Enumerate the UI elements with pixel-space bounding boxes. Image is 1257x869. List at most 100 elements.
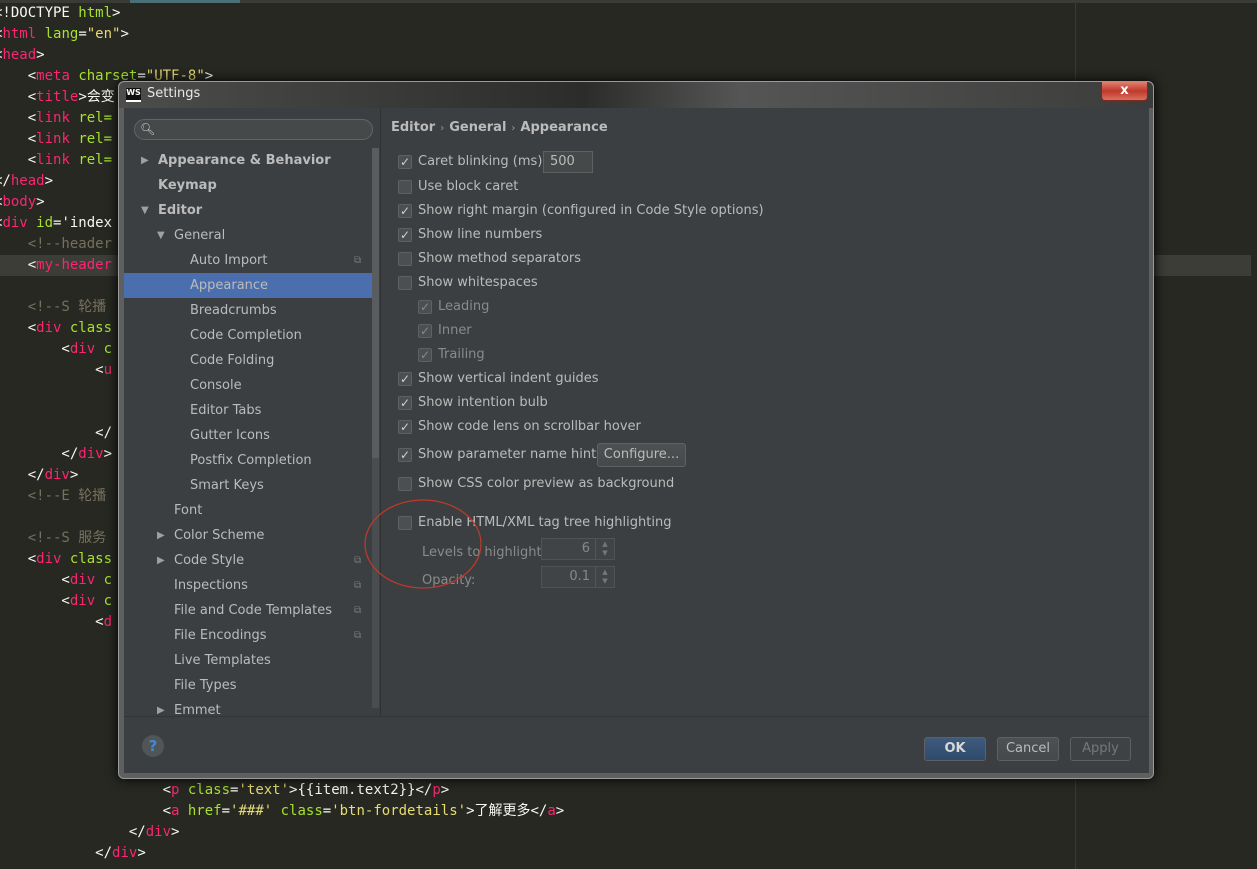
spinner-arrows-icon[interactable]: ▲ ▼ bbox=[595, 539, 614, 559]
option-label: Show whitespaces bbox=[418, 275, 538, 290]
sidebar-item-general[interactable]: ▼ General bbox=[124, 223, 372, 248]
code-token: </ bbox=[0, 845, 113, 861]
sidebar-item-label: File Types bbox=[174, 678, 237, 693]
checkbox-checked[interactable]: ✓ bbox=[398, 448, 412, 462]
option-show-intention-bulb[interactable]: ✓ Show intention bulb bbox=[398, 393, 998, 413]
option-show-line-numbers[interactable]: ✓ Show line numbers bbox=[398, 225, 998, 245]
code-token: rel= bbox=[78, 152, 113, 168]
sidebar-item-label: File Encodings bbox=[174, 628, 267, 643]
scrollbar-thumb[interactable] bbox=[372, 148, 379, 458]
breadcrumb-separator: › bbox=[440, 123, 445, 134]
sidebar-item-emmet[interactable]: ▶ Emmet bbox=[124, 698, 372, 716]
option-show-whitespaces[interactable]: Show whitespaces bbox=[398, 273, 998, 293]
checkbox-unchecked[interactable] bbox=[398, 252, 412, 266]
collapsed-arrow-icon[interactable]: ▶ bbox=[141, 148, 149, 173]
option-show-method-separators[interactable]: Show method separators bbox=[398, 249, 998, 269]
sidebar-item-file-encodings[interactable]: File Encodings ⧉ bbox=[124, 623, 372, 648]
code-token: div bbox=[44, 467, 70, 483]
sidebar-item-file-and-code-templates[interactable]: File and Code Templates ⧉ bbox=[124, 598, 372, 623]
sidebar-item-code-style[interactable]: ▶ Code Style ⧉ bbox=[124, 548, 372, 573]
apply-button[interactable]: Apply bbox=[1070, 737, 1131, 761]
option-show-code-lens-on-scrollbar-hover[interactable]: ✓ Show code lens on scrollbar hover bbox=[398, 417, 998, 437]
help-button[interactable]: ? bbox=[142, 735, 164, 757]
annotation-ellipse bbox=[364, 499, 482, 589]
option-trailing[interactable]: ✓ Trailing bbox=[418, 345, 1018, 365]
project-settings-icon: ⧉ bbox=[354, 255, 362, 266]
opacity-spinner[interactable]: 0.1 ▲ ▼ bbox=[541, 566, 615, 588]
option-show-vertical-indent-guides[interactable]: ✓ Show vertical indent guides bbox=[398, 369, 998, 389]
sidebar-item-label: Editor Tabs bbox=[190, 403, 262, 418]
code-token: c bbox=[103, 572, 113, 588]
option-caret-blinking-ms[interactable]: ✓ Caret blinking (ms): 500 bbox=[398, 151, 998, 173]
search-input[interactable]: 🔍︎ bbox=[134, 119, 373, 140]
cancel-button[interactable]: Cancel bbox=[997, 737, 1059, 761]
checkbox-checked[interactable]: ✓ bbox=[418, 324, 432, 338]
sidebar-item-file-types[interactable]: File Types bbox=[124, 673, 372, 698]
checkbox-unchecked[interactable] bbox=[398, 180, 412, 194]
caret-blink-input[interactable]: 500 bbox=[543, 151, 593, 173]
sidebar-item-appearance-behavior[interactable]: ▶ Appearance & Behavior bbox=[124, 148, 372, 173]
expanded-arrow-icon[interactable]: ▼ bbox=[141, 198, 149, 223]
expanded-arrow-icon[interactable]: ▼ bbox=[157, 223, 165, 248]
sidebar-item-editor[interactable]: ▼ Editor bbox=[124, 198, 372, 223]
sidebar-item-label: Auto Import bbox=[190, 253, 268, 268]
sidebar-item-keymap[interactable]: Keymap bbox=[124, 173, 372, 198]
code-token: <!--S 轮播 bbox=[0, 299, 107, 315]
option-inner[interactable]: ✓ Inner bbox=[418, 321, 1018, 341]
sidebar-item-editor-tabs[interactable]: Editor Tabs bbox=[124, 398, 372, 423]
sidebar-scrollbar[interactable] bbox=[372, 148, 379, 708]
sidebar-item-auto-import[interactable]: Auto Import ⧉ bbox=[124, 248, 372, 273]
code-token: title bbox=[36, 89, 79, 105]
sidebar-item-color-scheme[interactable]: ▶ Color Scheme bbox=[124, 523, 372, 548]
code-token: > bbox=[171, 824, 180, 840]
spinner-arrows-icon[interactable]: ▲ ▼ bbox=[595, 567, 614, 587]
checkbox-unchecked[interactable] bbox=[398, 477, 412, 491]
code-line: <html lang="en"> bbox=[0, 24, 1251, 45]
sidebar-item-code-folding[interactable]: Code Folding bbox=[124, 348, 372, 373]
code-token: c bbox=[103, 593, 113, 609]
levels-spinner[interactable]: 6 ▲ ▼ bbox=[541, 538, 615, 560]
sidebar-item-smart-keys[interactable]: Smart Keys bbox=[124, 473, 372, 498]
option-use-block-caret[interactable]: Use block caret bbox=[398, 177, 998, 197]
checkbox-checked[interactable]: ✓ bbox=[398, 228, 412, 242]
sidebar-item-font[interactable]: Font bbox=[124, 498, 372, 523]
collapsed-arrow-icon[interactable]: ▶ bbox=[157, 698, 165, 716]
checkbox-checked[interactable]: ✓ bbox=[398, 396, 412, 410]
option-show-css-color-preview-as-background[interactable]: Show CSS color preview as background bbox=[398, 474, 998, 494]
sidebar-item-postfix-completion[interactable]: Postfix Completion bbox=[124, 448, 372, 473]
code-token: <!--header bbox=[0, 236, 113, 252]
checkbox-checked[interactable]: ✓ bbox=[418, 300, 432, 314]
checkbox-unchecked[interactable] bbox=[398, 276, 412, 290]
code-token: < bbox=[27, 131, 37, 147]
code-token: < bbox=[0, 614, 104, 630]
sidebar-item-inspections[interactable]: Inspections ⧉ bbox=[124, 573, 372, 598]
title-bar[interactable]: WS Settings x bbox=[119, 82, 1153, 108]
sidebar-item-gutter-icons[interactable]: Gutter Icons bbox=[124, 423, 372, 448]
code-token: < bbox=[0, 803, 172, 819]
checkbox-checked[interactable]: ✓ bbox=[398, 420, 412, 434]
code-token: u bbox=[103, 362, 113, 378]
code-token: <!--S 服务 bbox=[0, 530, 107, 546]
code-token: class bbox=[187, 782, 231, 798]
checkbox-checked[interactable]: ✓ bbox=[398, 204, 412, 218]
sidebar-item-code-completion[interactable]: Code Completion bbox=[124, 323, 372, 348]
code-token: > bbox=[36, 47, 45, 63]
close-button[interactable]: x bbox=[1101, 82, 1148, 101]
option-show-parameter-name-hints[interactable]: ✓ Show parameter name hints Configure... bbox=[398, 443, 998, 467]
sidebar-item-appearance[interactable]: Appearance bbox=[124, 273, 372, 298]
checkbox-checked[interactable]: ✓ bbox=[418, 348, 432, 362]
code-token: < bbox=[27, 551, 37, 567]
sidebar-item-breadcrumbs[interactable]: Breadcrumbs bbox=[124, 298, 372, 323]
ok-button[interactable]: OK bbox=[924, 737, 986, 761]
code-token: head bbox=[2, 47, 37, 63]
option-show-right-margin-configured-in-code-style-options[interactable]: ✓ Show right margin (configured in Code S… bbox=[398, 201, 998, 221]
collapsed-arrow-icon[interactable]: ▶ bbox=[157, 548, 165, 573]
sidebar-item-console[interactable]: Console bbox=[124, 373, 372, 398]
option-leading[interactable]: ✓ Leading bbox=[418, 297, 1018, 317]
checkbox-checked[interactable]: ✓ bbox=[398, 155, 412, 169]
checkbox-checked[interactable]: ✓ bbox=[398, 372, 412, 386]
sidebar-item-label: Gutter Icons bbox=[190, 428, 270, 443]
configure-button[interactable]: Configure... bbox=[597, 443, 686, 467]
sidebar-item-live-templates[interactable]: Live Templates bbox=[124, 648, 372, 673]
collapsed-arrow-icon[interactable]: ▶ bbox=[157, 523, 165, 548]
